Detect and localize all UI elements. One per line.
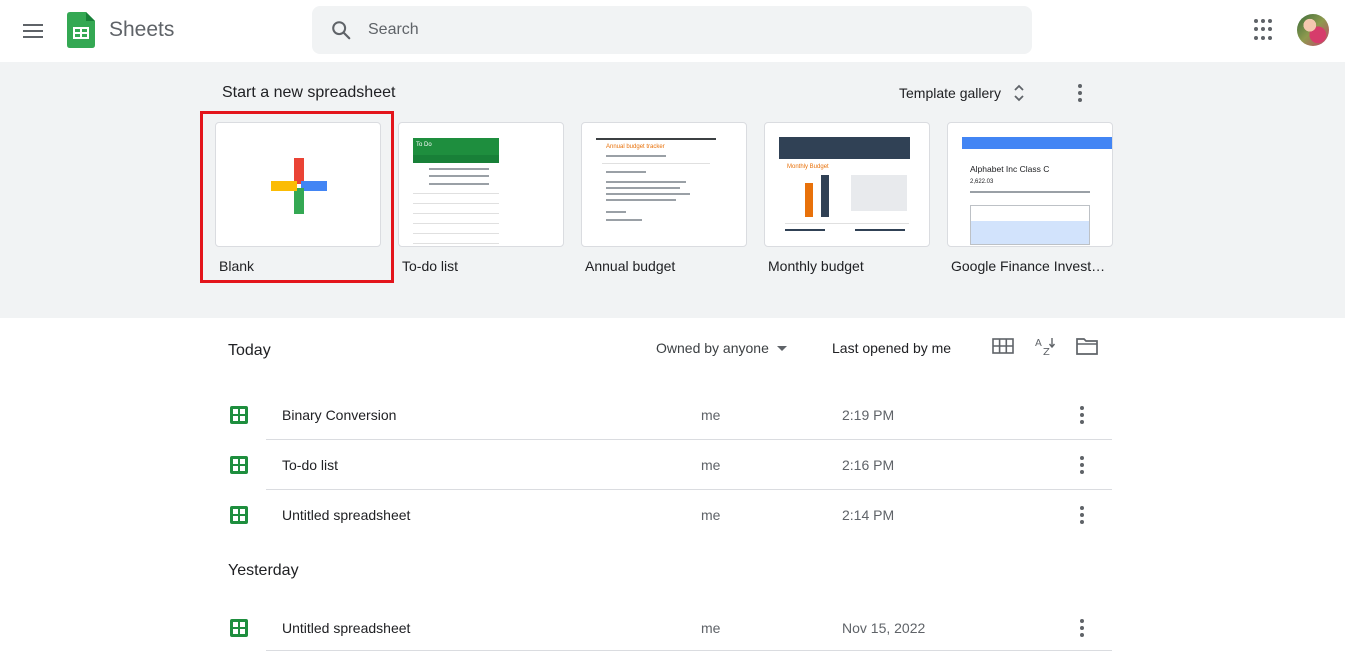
svg-text:A: A <box>1035 338 1042 349</box>
template-thumbnail <box>215 122 381 247</box>
thumbnail-title: Monthly Budget <box>787 164 829 170</box>
file-owner: me <box>701 457 721 473</box>
search-bar[interactable] <box>312 6 1032 54</box>
template-label: Monthly budget <box>768 258 864 274</box>
template-card-google-finance[interactable]: Alphabet Inc Class C 2,622.03 Google Fin… <box>947 122 1113 274</box>
sheets-file-icon <box>230 456 248 474</box>
owner-filter-label: Owned by anyone <box>656 340 769 356</box>
section-title-today: Today <box>228 342 271 359</box>
file-date: 2:19 PM <box>842 407 895 423</box>
sort-by-button[interactable]: Last opened by me <box>832 340 951 356</box>
thumbnail-value: 2,622.03 <box>970 179 994 185</box>
search-icon[interactable] <box>330 19 352 41</box>
file-name: Untitled spreadsheet <box>282 620 411 636</box>
file-name: Untitled spreadsheet <box>282 507 411 523</box>
grid-view-icon[interactable] <box>992 338 1014 354</box>
owner-filter-dropdown[interactable]: Owned by anyone <box>656 340 787 356</box>
template-thumbnail: To Do <box>398 122 564 247</box>
sheets-file-icon <box>230 506 248 524</box>
file-owner: me <box>701 620 721 636</box>
template-label: Blank <box>219 258 255 274</box>
thumbnail-title: Annual budget tracker <box>606 144 665 150</box>
file-owner: me <box>701 507 721 523</box>
file-row[interactable]: Binary Conversion me 2:19 PM <box>228 390 1112 440</box>
search-input[interactable] <box>368 6 1008 54</box>
template-gallery-button[interactable]: Template gallery <box>899 84 1025 102</box>
file-row[interactable]: Untitled spreadsheet me Nov 15, 2022 <box>228 603 1112 653</box>
file-row[interactable]: To-do list me 2:16 PM <box>228 440 1112 490</box>
template-label: To-do list <box>402 258 459 274</box>
template-thumbnail: Annual budget tracker <box>581 122 747 247</box>
file-date: Nov 15, 2022 <box>842 620 926 636</box>
template-label: Annual budget <box>585 258 676 274</box>
app-title[interactable]: Sheets <box>109 18 174 42</box>
file-date: 2:16 PM <box>842 457 895 473</box>
svg-text:Z: Z <box>1043 347 1050 356</box>
template-gallery-label: Template gallery <box>899 85 1001 101</box>
template-thumbnail: Alphabet Inc Class C 2,622.03 <box>947 122 1113 247</box>
app-header: Sheets <box>0 0 1345 62</box>
template-card-blank[interactable]: Blank <box>215 122 381 274</box>
account-avatar[interactable] <box>1297 14 1329 46</box>
file-row[interactable]: Untitled spreadsheet me 2:14 PM <box>228 490 1112 540</box>
template-thumbnail: Monthly Budget <box>764 122 930 247</box>
thumbnail-title: Alphabet Inc Class C <box>970 164 1050 174</box>
thumbnail-title: To Do <box>416 142 432 148</box>
file-owner: me <box>701 407 721 423</box>
more-options-icon[interactable] <box>1074 504 1090 526</box>
folder-icon[interactable] <box>1076 337 1098 355</box>
template-label: Google Finance Investment Tracker <box>951 258 1113 274</box>
file-name: To-do list <box>282 457 339 473</box>
sort-az-icon[interactable]: A Z <box>1034 336 1056 356</box>
template-card-monthly-budget[interactable]: Monthly Budget Monthly budget <box>764 122 930 274</box>
template-card-annual-budget[interactable]: Annual budget tracker Annual budget <box>581 122 747 274</box>
more-options-icon[interactable] <box>1074 617 1090 639</box>
google-apps-icon[interactable] <box>1254 19 1276 41</box>
more-options-icon[interactable] <box>1074 404 1090 426</box>
template-more-options-icon[interactable] <box>1070 82 1090 104</box>
main-menu-icon[interactable] <box>18 16 48 46</box>
template-heading: Start a new spreadsheet <box>222 84 396 101</box>
sheets-logo-icon[interactable] <box>67 12 95 48</box>
template-card-todo-list[interactable]: To Do To-do list <box>398 122 564 274</box>
row-divider <box>266 650 1112 651</box>
caret-down-icon <box>776 345 787 351</box>
sheets-file-icon <box>230 406 248 424</box>
sheets-file-icon <box>230 619 248 637</box>
plus-icon <box>271 158 327 214</box>
template-section: Start a new spreadsheet Template gallery… <box>0 62 1345 318</box>
file-date: 2:14 PM <box>842 507 895 523</box>
unfold-more-icon <box>1014 84 1024 102</box>
section-title-yesterday: Yesterday <box>228 562 299 579</box>
more-options-icon[interactable] <box>1074 454 1090 476</box>
file-name: Binary Conversion <box>282 407 397 423</box>
